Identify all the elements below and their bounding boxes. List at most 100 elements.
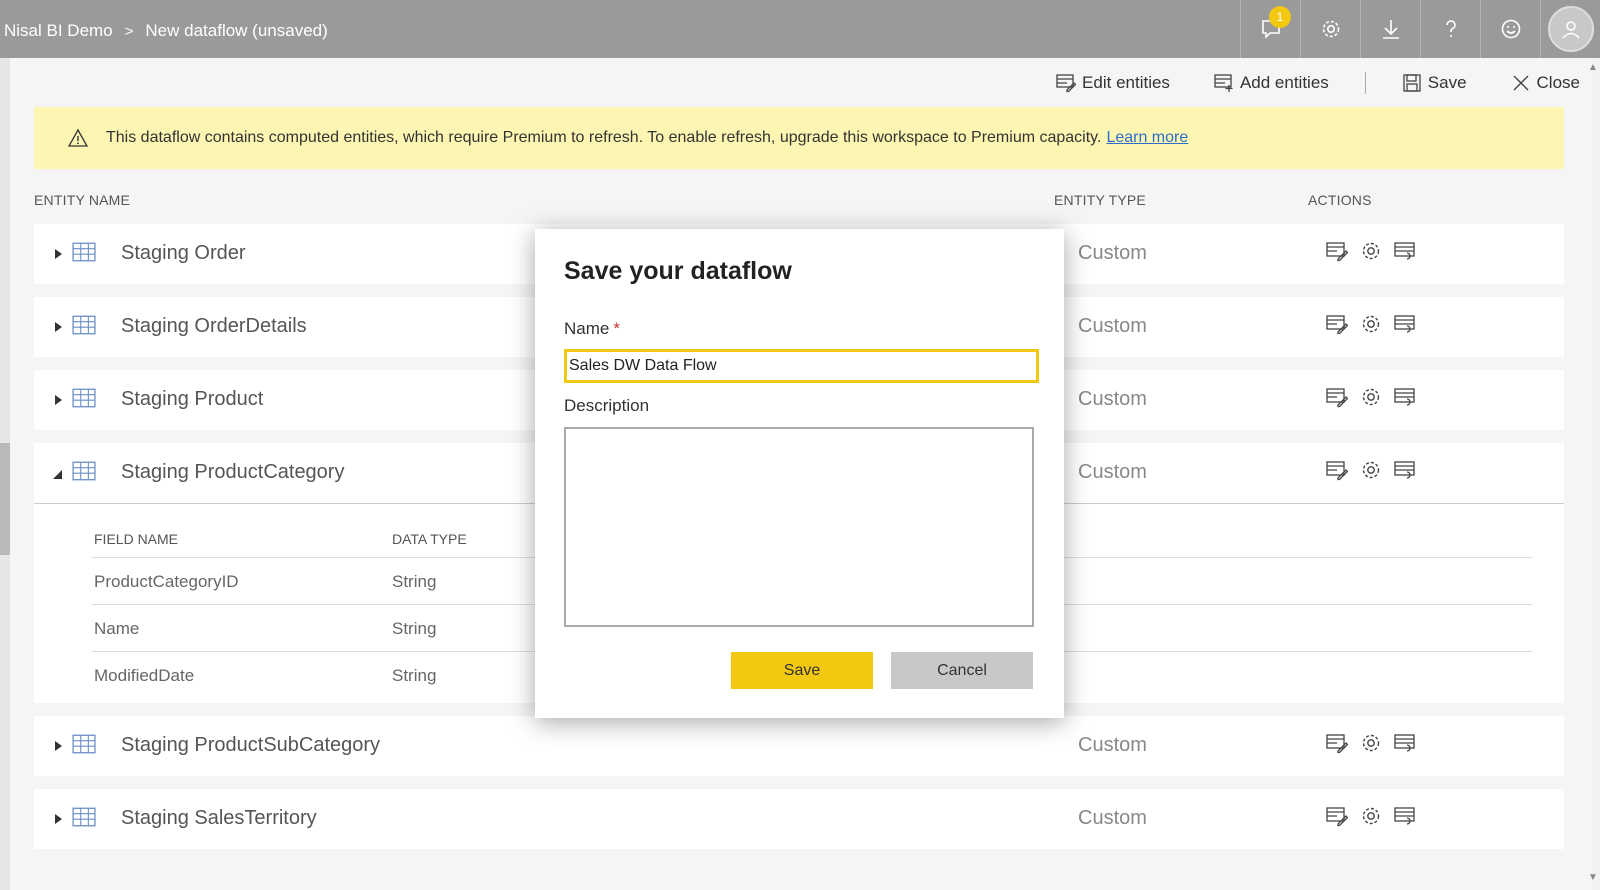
name-label: Name * [564,319,620,339]
add-entities-button[interactable]: Add entities [1214,73,1329,93]
field-type: String [392,666,437,685]
add-entities-label: Add entities [1239,73,1329,92]
edit-entity-icon[interactable] [1326,313,1348,335]
account-button[interactable] [1540,0,1600,58]
table-icon [72,461,96,481]
entity-name[interactable]: Staging ProductCategory [121,461,344,484]
scroll-up-arrow[interactable]: ▲ [1586,62,1600,74]
table-icon [72,315,96,335]
help-icon [1445,20,1456,37]
notification-badge: 1 [1269,6,1291,28]
entity-actions [1326,459,1428,481]
incremental-refresh-icon[interactable] [1394,240,1416,262]
entity-actions [1326,240,1428,262]
settings-button[interactable] [1300,0,1360,58]
field-name: ModifiedDate [94,666,195,685]
table-icon [72,242,96,262]
entity-type-header[interactable]: ENTITY TYPE [1054,192,1146,208]
help-button[interactable] [1420,0,1480,58]
entity-name[interactable]: Staging Order [121,242,246,265]
entity-name[interactable]: Staging OrderDetails [121,315,307,338]
add-entities-icon [1214,74,1233,92]
left-nav-marker [0,443,10,555]
close-icon [1513,75,1529,91]
field-name: ProductCategoryID [94,572,239,591]
command-bar: Edit entities Add entities Save Close [1012,66,1580,100]
edit-entity-icon[interactable] [1326,732,1348,754]
table-icon [72,388,96,408]
entity-settings-icon[interactable] [1360,805,1382,827]
field-name-header: FIELD NAME [94,531,179,547]
cancel-button[interactable]: Cancel [891,652,1033,689]
entity-name[interactable]: Staging Product [121,388,263,411]
incremental-refresh-icon[interactable] [1394,805,1416,827]
expand-caret-icon[interactable] [52,246,64,262]
save-command-button[interactable]: Save [1402,73,1467,93]
description-input[interactable] [564,427,1034,627]
entity-name[interactable]: Staging ProductSubCategory [121,734,380,757]
entity-settings-icon[interactable] [1360,459,1382,481]
entity-actions [1326,732,1428,754]
entity-name-header[interactable]: ENTITY NAME [34,192,130,208]
save-dataflow-dialog: Save your dataflow Name* Description Sav… [535,229,1064,718]
command-separator [1364,72,1366,94]
entity-type: Custom [1078,734,1147,756]
actions-header: ACTIONS [1308,192,1372,208]
edit-entity-icon[interactable] [1326,459,1348,481]
breadcrumb-workspace[interactable]: Nisal BI Demo [4,21,113,41]
edit-entity-icon[interactable] [1326,386,1348,408]
field-type: String [392,619,437,638]
entity-settings-icon[interactable] [1360,732,1382,754]
expand-caret-icon[interactable] [52,392,64,408]
warning-text: This dataflow contains computed entities… [106,129,1102,146]
dialog-title: Save your dataflow [564,257,792,285]
top-icons: 1 [1240,0,1600,58]
name-input[interactable] [564,349,1039,383]
expand-caret-icon[interactable] [52,319,64,335]
edit-entity-icon[interactable] [1326,805,1348,827]
premium-warning-banner: This dataflow contains computed entities… [34,107,1564,169]
entity-row[interactable]: Staging SalesTerritory Custom [34,789,1564,849]
expand-caret-icon[interactable] [52,738,64,754]
notifications-button[interactable]: 1 [1240,0,1300,58]
close-label: Close [1536,73,1580,92]
top-bar: Nisal BI Demo > New dataflow (unsaved) 1 [0,0,1600,58]
incremental-refresh-icon[interactable] [1394,313,1416,335]
table-icon [72,734,96,754]
incremental-refresh-icon[interactable] [1394,386,1416,408]
breadcrumb-page: New dataflow (unsaved) [145,21,328,40]
description-label: Description [564,396,650,415]
breadcrumb-separator: > [124,22,134,40]
close-button[interactable]: Close [1511,73,1580,93]
table-icon [72,807,96,827]
entity-settings-icon[interactable] [1360,240,1382,262]
entity-actions [1326,386,1428,408]
entity-settings-icon[interactable] [1360,313,1382,335]
entity-actions [1326,313,1428,335]
field-name: Name [94,619,140,638]
data-type-header: DATA TYPE [392,531,467,547]
incremental-refresh-icon[interactable] [1394,459,1416,481]
edit-entity-icon[interactable] [1326,240,1348,262]
scroll-down-arrow[interactable]: ▼ [1586,872,1600,884]
incremental-refresh-icon[interactable] [1394,732,1416,754]
save-button[interactable]: Save [731,652,873,689]
edit-entities-icon [1056,74,1077,93]
collapse-caret-icon[interactable] [52,465,64,481]
download-button[interactable] [1360,0,1420,58]
feedback-button[interactable] [1480,0,1540,58]
entity-settings-icon[interactable] [1360,386,1382,408]
download-icon [1382,20,1399,39]
entity-row[interactable]: Staging ProductSubCategory Custom [34,716,1564,776]
save-command-label: Save [1427,73,1467,92]
required-marker: * [613,319,620,338]
learn-more-link[interactable]: Learn more [1106,129,1188,147]
entity-type: Custom [1078,388,1147,410]
entity-type: Custom [1078,461,1147,483]
edit-entities-button[interactable]: Edit entities [1056,73,1170,93]
breadcrumb: Nisal BI Demo > New dataflow (unsaved) [4,0,328,62]
entity-type: Custom [1078,807,1147,829]
field-type: String [392,572,437,591]
expand-caret-icon[interactable] [52,811,64,827]
entity-name[interactable]: Staging SalesTerritory [121,807,317,830]
